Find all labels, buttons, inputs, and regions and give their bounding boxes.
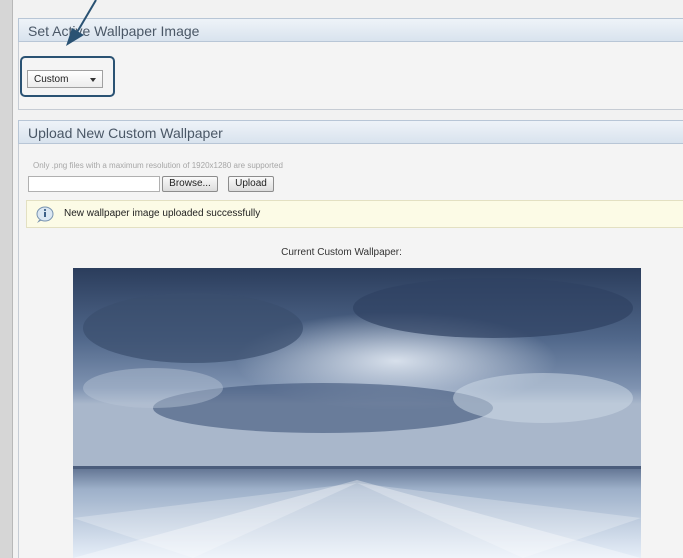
browse-button[interactable]: Browse... [162, 176, 218, 192]
success-message-bar: New wallpaper image uploaded successfull… [26, 200, 683, 228]
select-highlight-box [20, 56, 115, 97]
current-wallpaper-caption: Current Custom Wallpaper: [281, 247, 402, 258]
file-path-input[interactable] [28, 176, 160, 192]
success-message-text: New wallpaper image uploaded successfull… [64, 208, 261, 219]
upload-note: Only .png files with a maximum resolutio… [33, 161, 283, 170]
window-frame: Set Active Wallpaper Image Custom Upload… [0, 0, 683, 558]
annotation-arrow-icon [66, 0, 97, 46]
upload-button[interactable]: Upload [228, 176, 274, 192]
upload-wallpaper-header: Upload New Custom Wallpaper [18, 120, 683, 144]
info-icon [36, 206, 54, 223]
upload-wallpaper-title: Upload New Custom Wallpaper [28, 125, 223, 141]
wallpaper-preview-image [73, 268, 641, 558]
